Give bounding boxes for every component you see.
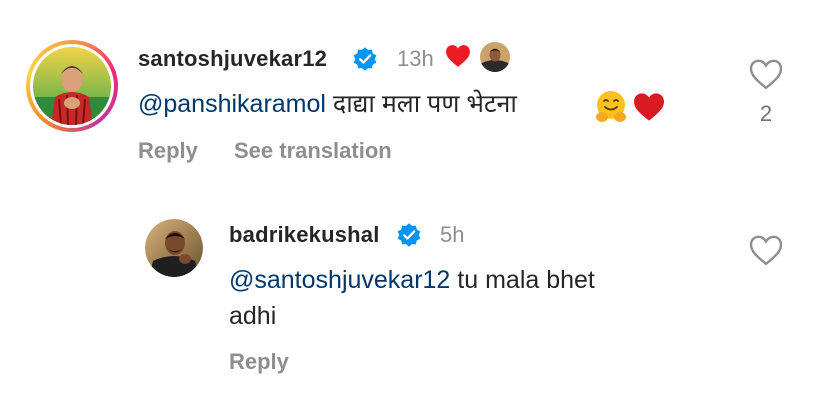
reply-avatar[interactable] [145,219,203,277]
reply-time: 5h [440,222,465,247]
reply-mention[interactable]: @santoshjuvekar12 [229,266,450,294]
like-outline-icon[interactable] [748,57,784,91]
creator-liked-heart-icon [446,45,470,67]
comment-time: 13h [397,46,434,71]
see-translation-button[interactable]: See translation [234,138,392,164]
story-ring[interactable] [26,40,118,132]
comment-body: @panshikaramol दाद्या मला पण भेटना [138,86,517,122]
comment-username[interactable]: santoshjuvekar12 [138,46,327,72]
verified-badge-icon [397,223,421,247]
reply-reply-button[interactable]: Reply [229,349,289,375]
reply-body-line1: @santoshjuvekar12 tu mala bhet [229,262,595,298]
creator-avatar [480,42,510,72]
red-heart-emoji [634,93,664,121]
comment-mention[interactable]: @panshikaramol [138,90,326,118]
like-count: 2 [759,101,773,126]
verified-badge-icon [353,47,377,71]
reply-body-line2: adhi [229,302,277,330]
comment-thread: santoshjuvekar12 13h @panshikaramol दाद्… [0,0,830,415]
like-outline-icon[interactable] [748,233,784,267]
comment-text: दाद्या मला पण भेटना [325,90,517,118]
comment-reply-button[interactable]: Reply [138,138,198,164]
reply-username[interactable]: badrikekushal [229,222,380,248]
hugging-face-emoji [596,91,626,122]
reply-text: tu mala bhet [450,266,595,294]
avatar[interactable] [33,47,111,125]
